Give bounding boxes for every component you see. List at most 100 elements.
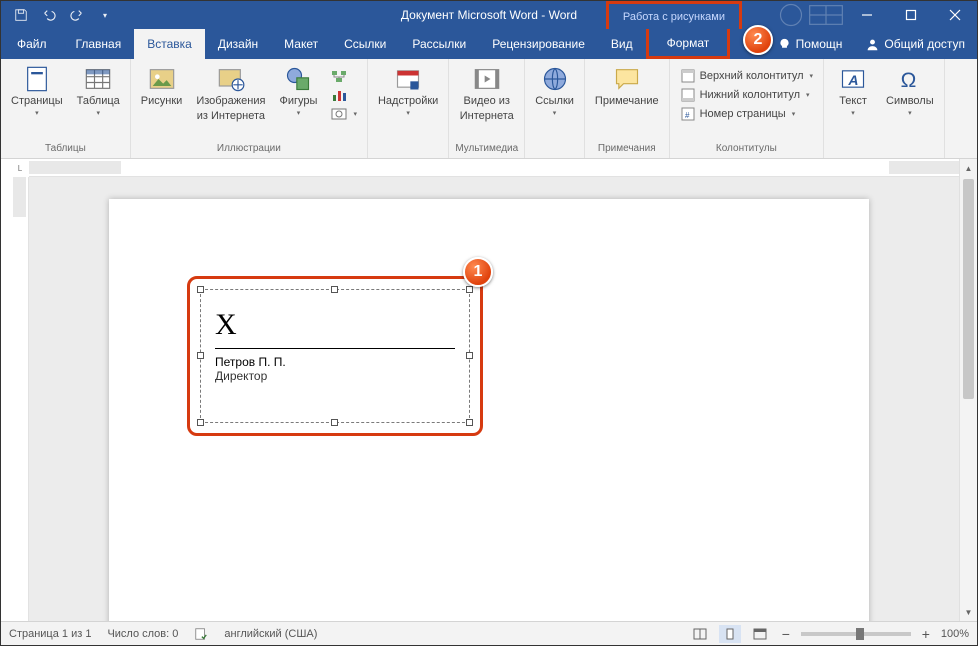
ribbon-tabs: Файл Главная Вставка Дизайн Макет Ссылки… bbox=[1, 29, 977, 59]
table-button[interactable]: Таблица ▾ bbox=[73, 63, 124, 120]
shapes-button[interactable]: Фигуры ▾ bbox=[275, 63, 321, 120]
group-headerfooter: Верхний колонтитул▾ Нижний колонтитул▾ #… bbox=[670, 59, 824, 158]
qat-customize-icon[interactable]: ▾ bbox=[95, 5, 115, 25]
document-viewport[interactable] bbox=[29, 177, 959, 621]
chevron-down-icon: ▾ bbox=[792, 110, 796, 118]
shapes-icon bbox=[284, 65, 312, 93]
resize-handle[interactable] bbox=[197, 286, 204, 293]
resize-handle[interactable] bbox=[331, 286, 338, 293]
footer-label: Нижний колонтитул bbox=[700, 89, 800, 101]
zoom-slider-knob[interactable] bbox=[856, 628, 864, 640]
ribbon-body: Страницы ▾ Таблица ▾ Таблицы Рисунки Изо… bbox=[1, 59, 977, 159]
title-decor-icon bbox=[777, 1, 847, 29]
zoom-out-button[interactable]: − bbox=[779, 626, 793, 642]
share-button[interactable]: Общий доступ bbox=[854, 37, 977, 51]
tab-file[interactable]: Файл bbox=[1, 29, 63, 59]
resize-handle[interactable] bbox=[466, 419, 473, 426]
view-read-mode[interactable] bbox=[689, 625, 711, 643]
tab-mailings[interactable]: Рассылки bbox=[399, 29, 479, 59]
zoom-in-button[interactable]: + bbox=[919, 626, 933, 642]
vertical-ruler[interactable] bbox=[11, 177, 29, 621]
tab-insert[interactable]: Вставка bbox=[134, 29, 205, 59]
tell-me-button[interactable]: Помощн bbox=[766, 37, 855, 51]
footer-icon bbox=[680, 87, 696, 103]
symbols-button[interactable]: Ω Символы ▾ bbox=[882, 63, 938, 120]
save-icon[interactable] bbox=[11, 5, 31, 25]
addins-button[interactable]: Надстройки ▾ bbox=[374, 63, 442, 120]
online-pictures-button[interactable]: Изображения из Интернета bbox=[192, 63, 269, 124]
resize-handle[interactable] bbox=[197, 419, 204, 426]
group-media: Видео из Интернета Мультимедиа bbox=[449, 59, 525, 158]
vertical-scrollbar[interactable]: ▲ ▼ bbox=[959, 159, 977, 621]
ruler-corner[interactable]: L bbox=[11, 159, 29, 177]
undo-icon[interactable] bbox=[39, 5, 59, 25]
tab-format[interactable]: Формат bbox=[646, 26, 731, 59]
zoom-value[interactable]: 100% bbox=[941, 628, 969, 640]
tab-review[interactable]: Рецензирование bbox=[479, 29, 598, 59]
scroll-up-icon[interactable]: ▲ bbox=[960, 159, 977, 177]
svg-text:Ω: Ω bbox=[900, 69, 916, 92]
resize-handle[interactable] bbox=[331, 419, 338, 426]
comment-button[interactable]: Примечание bbox=[591, 63, 663, 110]
resize-handle[interactable] bbox=[197, 352, 204, 359]
redo-icon[interactable] bbox=[67, 5, 87, 25]
share-label: Общий доступ bbox=[884, 37, 965, 51]
contextual-tab-title: Работа с рисунками bbox=[606, 1, 742, 29]
signature-title: Директор bbox=[215, 369, 455, 383]
tab-design[interactable]: Дизайн bbox=[205, 29, 271, 59]
online-picture-icon bbox=[217, 65, 245, 93]
chart-button[interactable] bbox=[327, 86, 361, 104]
table-icon bbox=[84, 65, 112, 93]
minimize-button[interactable] bbox=[845, 1, 889, 29]
tab-layout[interactable]: Макет bbox=[271, 29, 331, 59]
chevron-down-icon: ▾ bbox=[553, 110, 557, 118]
svg-text:A: A bbox=[847, 72, 858, 88]
online-video-button[interactable]: Видео из Интернета bbox=[456, 63, 518, 124]
chevron-down-icon: ▾ bbox=[353, 110, 357, 118]
chevron-down-icon: ▾ bbox=[810, 72, 814, 80]
text-button[interactable]: A Текст ▾ bbox=[830, 63, 876, 120]
group-label-links bbox=[553, 141, 556, 156]
smartart-button[interactable] bbox=[327, 67, 361, 85]
pages-label: Страницы bbox=[11, 95, 63, 108]
header-button[interactable]: Верхний колонтитул▾ bbox=[676, 67, 817, 85]
page-number-label: Номер страницы bbox=[700, 108, 786, 120]
screenshot-button[interactable]: ▾ bbox=[327, 105, 361, 123]
chevron-down-icon: ▾ bbox=[297, 110, 301, 118]
horizontal-ruler[interactable] bbox=[29, 159, 959, 177]
tab-references[interactable]: Ссылки bbox=[331, 29, 399, 59]
pictures-button[interactable]: Рисунки bbox=[137, 63, 187, 110]
shapes-label: Фигуры bbox=[279, 95, 317, 108]
status-words[interactable]: Число слов: 0 bbox=[107, 628, 178, 640]
callout-badge-2: 2 bbox=[743, 25, 773, 55]
status-page[interactable]: Страница 1 из 1 bbox=[9, 628, 91, 640]
signature-object[interactable]: X Петров П. П. Директор bbox=[200, 289, 470, 423]
close-button[interactable] bbox=[933, 1, 977, 29]
resize-handle[interactable] bbox=[466, 286, 473, 293]
chevron-down-icon: ▾ bbox=[851, 110, 855, 118]
maximize-button[interactable] bbox=[889, 1, 933, 29]
header-icon bbox=[680, 68, 696, 84]
symbols-label: Символы bbox=[886, 95, 934, 108]
zoom-slider[interactable] bbox=[801, 632, 911, 636]
footer-button[interactable]: Нижний колонтитул ▾ bbox=[676, 86, 817, 104]
page-number-button[interactable]: # Номер страницы▾ bbox=[676, 105, 817, 123]
link-icon bbox=[541, 65, 569, 93]
group-label-headerfooter: Колонтитулы bbox=[716, 141, 777, 156]
view-print-layout[interactable] bbox=[719, 625, 741, 643]
pages-button[interactable]: Страницы ▾ bbox=[7, 63, 67, 120]
callout-highlight-1: X Петров П. П. Директор bbox=[187, 276, 483, 436]
resize-handle[interactable] bbox=[466, 352, 473, 359]
status-language[interactable]: английский (США) bbox=[224, 628, 317, 640]
tab-home[interactable]: Главная bbox=[63, 29, 135, 59]
callout-badge-1: 1 bbox=[463, 257, 493, 287]
group-label-comments: Примечания bbox=[598, 141, 656, 156]
addins-icon bbox=[394, 65, 422, 93]
chevron-down-icon: ▾ bbox=[806, 91, 810, 99]
scroll-down-icon[interactable]: ▼ bbox=[960, 603, 977, 621]
tab-view[interactable]: Вид bbox=[598, 29, 646, 59]
spellcheck-icon[interactable] bbox=[194, 627, 208, 641]
links-button[interactable]: Ссылки ▾ bbox=[531, 63, 578, 120]
view-web-layout[interactable] bbox=[749, 625, 771, 643]
scrollbar-thumb[interactable] bbox=[963, 179, 974, 399]
